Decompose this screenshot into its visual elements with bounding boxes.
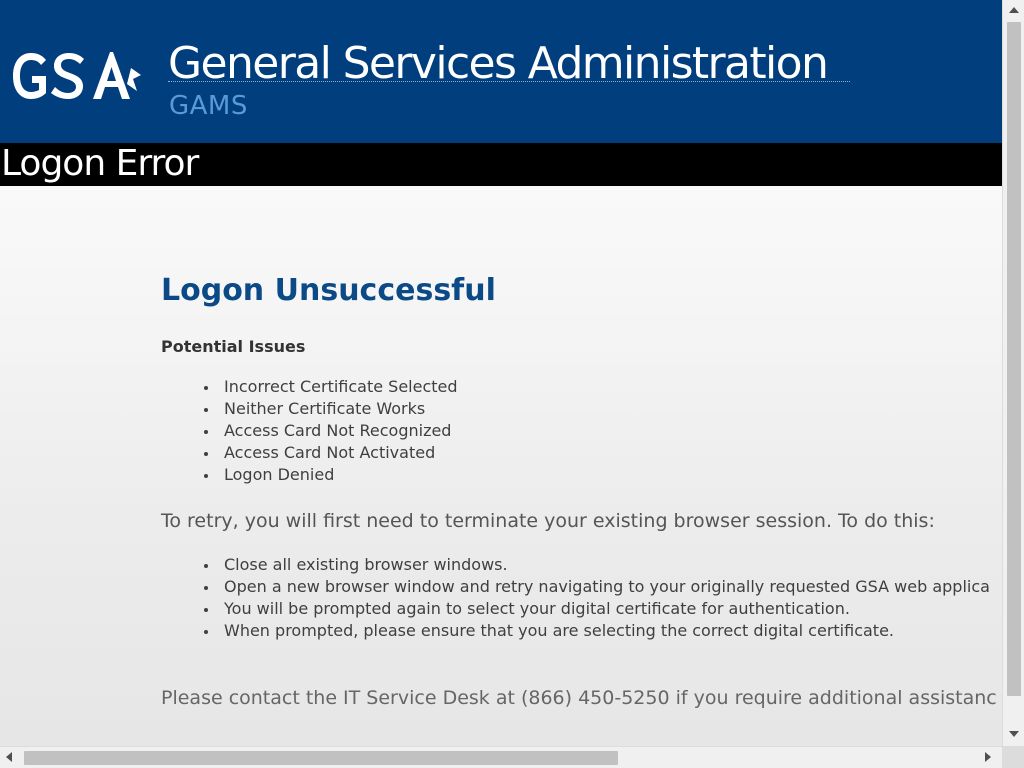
list-item: Open a new browser window and retry navi… xyxy=(161,576,990,598)
gsa-logo xyxy=(13,52,141,99)
list-item: Logon Denied xyxy=(161,464,458,486)
site-header: General Services Administration GAMS xyxy=(0,0,1002,143)
steps-list: Close all existing browser windows. Open… xyxy=(161,554,990,642)
arrow-down-icon[interactable] xyxy=(1009,731,1019,737)
horizontal-scroll-thumb[interactable] xyxy=(24,751,618,765)
arrow-up-icon[interactable] xyxy=(1009,7,1019,13)
issues-list: Incorrect Certificate Selected Neither C… xyxy=(161,376,458,486)
list-item: You will be prompted again to select you… xyxy=(161,598,990,620)
vertical-scroll-thumb[interactable] xyxy=(1007,22,1021,696)
agency-title: General Services Administration xyxy=(168,38,829,89)
list-item: When prompted, please ensure that you ar… xyxy=(161,620,990,642)
list-item: Close all existing browser windows. xyxy=(161,554,990,576)
arrow-left-icon[interactable] xyxy=(6,752,12,762)
app-name: GAMS xyxy=(169,91,248,121)
scrollbar-corner xyxy=(1002,746,1024,768)
page-title: Logon Error xyxy=(1,143,199,184)
list-item: Access Card Not Recognized xyxy=(161,420,458,442)
vertical-scrollbar[interactable] xyxy=(1002,0,1024,746)
contact-info: Please contact the IT Service Desk at (8… xyxy=(161,687,997,709)
list-item: Access Card Not Activated xyxy=(161,442,458,464)
horizontal-scrollbar[interactable] xyxy=(0,746,1002,768)
arrow-right-icon[interactable] xyxy=(985,752,991,762)
title-underline xyxy=(168,81,850,82)
list-item: Neither Certificate Works xyxy=(161,398,458,420)
browser-viewport: General Services Administration GAMS Log… xyxy=(0,0,1002,746)
error-heading: Logon Unsuccessful xyxy=(161,273,496,308)
page-title-bar: Logon Error xyxy=(0,143,1002,186)
retry-instructions: To retry, you will first need to termina… xyxy=(161,510,935,532)
list-item: Incorrect Certificate Selected xyxy=(161,376,458,398)
issues-heading: Potential Issues xyxy=(161,337,306,356)
